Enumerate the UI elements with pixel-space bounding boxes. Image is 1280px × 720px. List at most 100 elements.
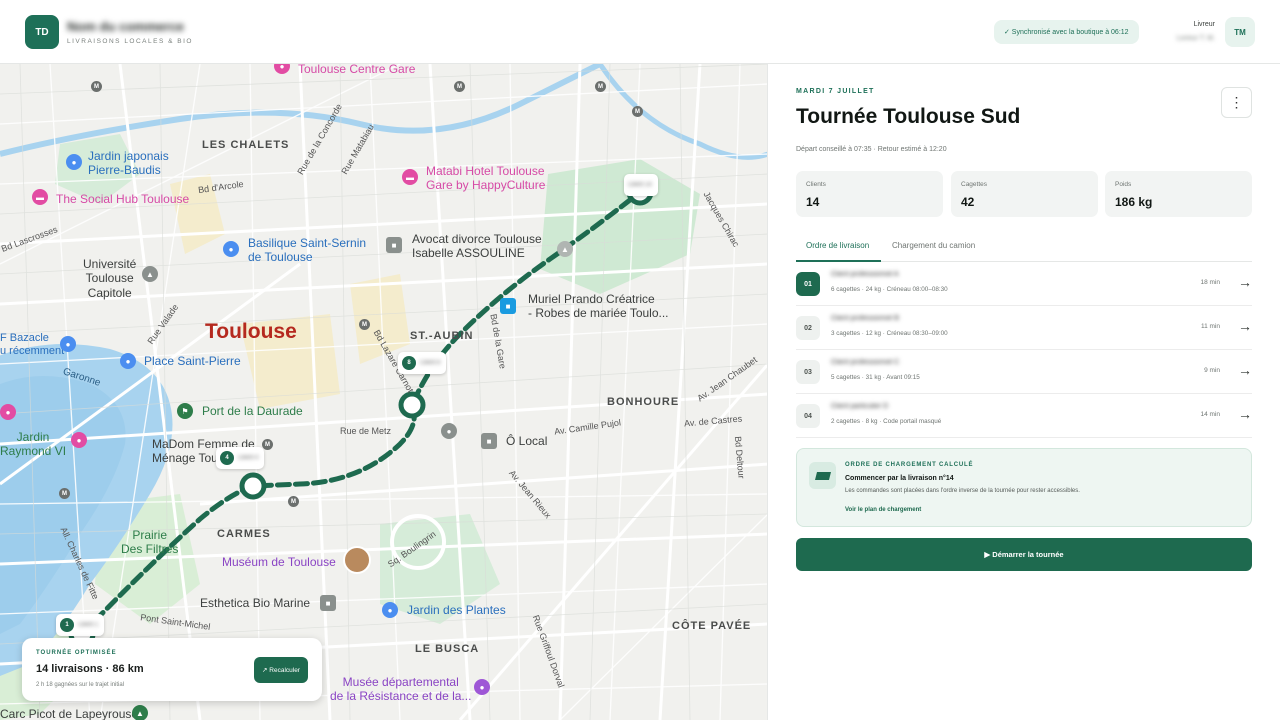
stop-tag[interactable]: 1 Client 1 [56, 614, 105, 636]
stat-clients: Clients 14 [796, 171, 943, 217]
university-icon[interactable]: ▲ [142, 266, 158, 282]
arrow-right-icon[interactable]: → [1238, 406, 1252, 422]
stat-label: Cagettes [961, 181, 988, 188]
stop-number: 1 [60, 618, 74, 632]
delivery-client-name: Client particulier D [831, 403, 889, 410]
stop-tag[interactable]: 8 Client 8 [398, 352, 447, 374]
map-label-jardin-raymond: Jardin Raymond VI [0, 430, 67, 459]
map-label-cote-pavee: CÔTE PAVÉE [672, 620, 752, 632]
hotel-icon[interactable]: ▬ [402, 169, 418, 185]
delivery-details: 6 cagettes · 24 kg · Créneau 08:00–08:30 [831, 286, 948, 293]
stop-tag-label: Client 4 [238, 455, 259, 461]
map-label-muriel: Muriel Prando Créatrice - Robes de marié… [528, 292, 669, 321]
map-label-city: Toulouse [205, 320, 297, 343]
route-panel: MARDI 7 JUILLET Tournée Toulouse Sud ⋮ D… [768, 64, 1280, 720]
location-pin-icon[interactable]: ● [441, 423, 457, 439]
map-label-le-busca: LE BUSCA [415, 643, 480, 655]
delivery-client-name: Client professionnel A [831, 271, 899, 278]
stat-value: 14 [806, 195, 820, 209]
loading-order-card: ORDRE DE CHARGEMENT CALCULÉ Commencer pa… [796, 448, 1252, 527]
map-label-centre-gare: Toulouse Centre Gare [298, 64, 416, 76]
business-icon[interactable]: ■ [386, 237, 402, 253]
metro-icon: M [454, 81, 465, 92]
loading-eyebrow: ORDRE DE CHARGEMENT CALCULÉ [845, 462, 974, 468]
map-label-les-chalets: LES CHALETS [202, 139, 290, 151]
metro-icon: M [91, 81, 102, 92]
route-map[interactable]: Toulouse Centre Gare LES CHALETS Jardin … [0, 64, 768, 720]
map-label-jardin-japonais: Jardin japonais Pierre-Baudis [88, 149, 169, 178]
business-icon[interactable]: ■ [320, 595, 336, 611]
list-item[interactable]: 04 Client particulier D 2 cagettes · 8 k… [796, 394, 1252, 438]
route-card-subtitle: 2 h 18 gagnées sur le trajet initial [36, 682, 125, 688]
attraction-icon[interactable]: ● [60, 336, 76, 352]
stop-number: 4 [220, 451, 234, 465]
route-schedule: Départ conseillé à 07:35 · Retour estimé… [796, 146, 947, 153]
stop-tag[interactable]: 4 Client 4 [216, 447, 265, 469]
sync-status-badge: ✓ Synchronisé avec la boutique à 06:12 [994, 20, 1139, 44]
museum-photo[interactable] [343, 546, 371, 574]
user-name: Livreur T. M. [1176, 35, 1215, 42]
delivery-time: 9 min [1204, 367, 1220, 374]
street-label: Rue de Metz [340, 426, 392, 436]
tab-delivery-order[interactable]: Ordre de livraison [806, 241, 869, 250]
loading-description: Les commandes sont placées dans l'ordre … [845, 488, 1080, 494]
museum-icon[interactable]: ● [474, 679, 490, 695]
metro-icon: M [59, 488, 70, 499]
attraction-icon[interactable]: ● [71, 432, 87, 448]
map-label-picot: Carc Picot de Lapeyrouse [0, 707, 139, 720]
kebab-menu-icon: ⋮ [1229, 94, 1244, 110]
route-summary-card: TOURNÉE OPTIMISÉE 14 livraisons · 86 km … [22, 638, 322, 701]
delivery-details: 5 cagettes · 31 kg · Avant 09:15 [831, 374, 920, 381]
map-label-museum: Muséum de Toulouse [222, 555, 336, 569]
tab-truck-loading[interactable]: Chargement du camion [892, 241, 975, 250]
delivery-number: 01 [796, 272, 820, 296]
delivery-time: 18 min [1200, 279, 1220, 286]
route-card-title: 14 livraisons · 86 km [36, 663, 144, 675]
landmark-icon[interactable]: ▲ [557, 241, 573, 257]
map-label-carmes: CARMES [217, 528, 271, 540]
garden-icon[interactable]: ● [382, 602, 398, 618]
map-label-st-aubin: ST.-AUBIN [410, 330, 474, 342]
port-icon[interactable]: ⚑ [177, 403, 193, 419]
arrow-right-icon[interactable]: → [1238, 318, 1252, 334]
map-label-matabi: Matabi Hotel Toulouse Gare by HappyCultu… [426, 164, 546, 193]
brand-name: Nom du commerce [67, 19, 185, 34]
list-item[interactable]: 01 Client professionnel A 6 cagettes · 2… [796, 262, 1252, 306]
route-card-eyebrow: TOURNÉE OPTIMISÉE [36, 650, 117, 656]
map-label-place-st-pierre: Place Saint-Pierre [144, 354, 241, 368]
arrow-right-icon[interactable]: → [1238, 274, 1252, 290]
avatar[interactable]: TM [1225, 17, 1255, 47]
attraction-icon[interactable]: ● [66, 154, 82, 170]
stop-number: 8 [402, 356, 416, 370]
map-label-bonhoure: BONHOURE [607, 396, 680, 408]
park-icon[interactable]: ▲ [132, 705, 148, 720]
map-label-universite: Université Toulouse Capitole [83, 257, 137, 300]
metro-icon: M [359, 319, 370, 330]
delivery-time: 14 min [1200, 411, 1220, 418]
page-title: Tournée Toulouse Sud [796, 105, 1021, 128]
stop-tag[interactable]: Client 14 [624, 174, 658, 196]
list-item[interactable]: 03 Client professionnel C 5 cagettes · 3… [796, 350, 1252, 394]
metro-icon: M [595, 81, 606, 92]
arrow-right-icon[interactable]: → [1238, 362, 1252, 378]
shop-icon[interactable]: ■ [500, 298, 516, 314]
panel-tabs: Ordre de livraison Chargement du camion [796, 236, 1252, 262]
metro-icon: M [288, 496, 299, 507]
delivery-number: 04 [796, 404, 820, 428]
business-icon[interactable]: ■ [481, 433, 497, 449]
stat-label: Poids [1115, 181, 1132, 188]
attraction-icon[interactable]: ● [120, 353, 136, 369]
truck-icon [809, 462, 836, 489]
more-options-button[interactable]: ⋮ [1221, 87, 1252, 118]
recalculate-button[interactable]: ↗ Recalculer [254, 657, 308, 683]
start-route-button[interactable]: ▶ Démarrer la tournée [796, 538, 1252, 571]
hotel-icon[interactable]: ▬ [32, 189, 48, 205]
metro-icon: M [632, 106, 643, 117]
list-item[interactable]: 02 Client professionnel B 3 cagettes · 1… [796, 306, 1252, 350]
logo[interactable]: TD [25, 15, 59, 49]
attraction-icon[interactable]: ● [0, 404, 16, 420]
map-label-basilique: Basilique Saint-Sernin de Toulouse [248, 236, 367, 265]
app-header: TD Nom du commerce LIVRAISONS LOCALES & … [0, 0, 1280, 64]
loading-plan-link[interactable]: Voir le plan de chargement [845, 507, 921, 513]
church-icon[interactable]: ● [223, 241, 239, 257]
